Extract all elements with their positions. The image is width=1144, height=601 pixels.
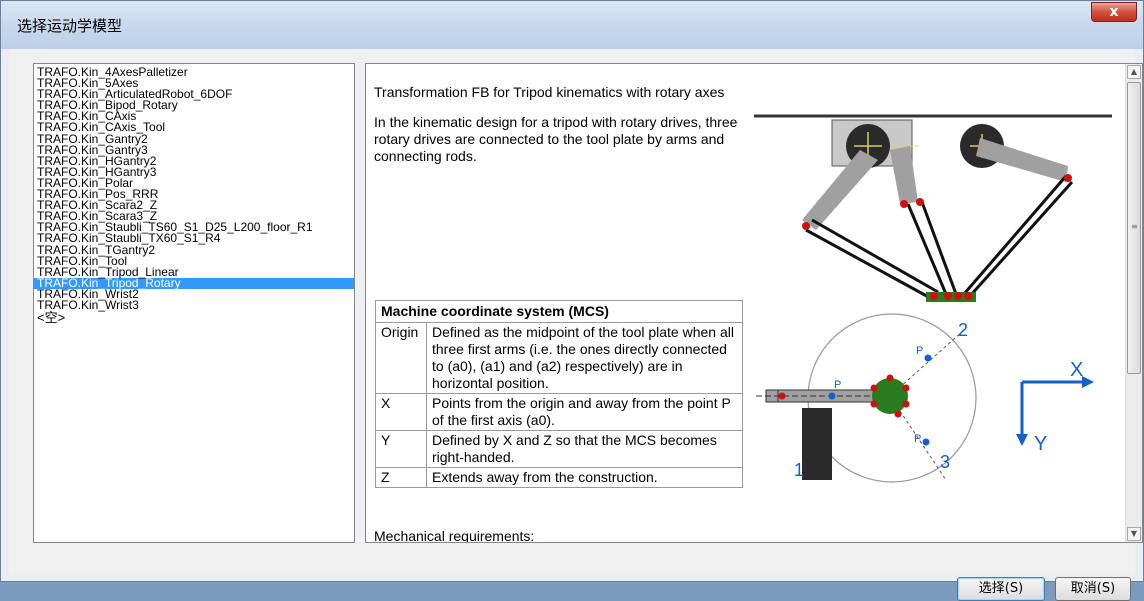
table-value: Defined as the midpoint of the tool plat… — [426, 322, 743, 394]
table-key: Z — [375, 467, 427, 488]
title-bar[interactable]: 选择运动学模型 x — [1, 1, 1143, 49]
point-p-label-1: P — [834, 379, 841, 391]
rod-right-b — [968, 180, 1074, 298]
table-row: X Points from the origin and away from t… — [375, 393, 743, 431]
tripod-diagram — [754, 114, 1112, 302]
select-button[interactable]: 选择(S) — [957, 577, 1045, 601]
table-key: Y — [375, 430, 427, 468]
point-p-label-2: P — [916, 345, 923, 357]
table-value: Defined by X and Z so that the MCS becom… — [426, 430, 743, 468]
dialog-window: 选择运动学模型 x TRAFO.Kin_4AxesPalletizer TRAFO… — [0, 0, 1144, 601]
scroll-down-icon[interactable]: ▼ — [1127, 527, 1141, 541]
mcs-table-header-row: Machine coordinate system (MCS) — [375, 300, 743, 323]
mcs-table-header: Machine coordinate system (MCS) — [375, 300, 743, 323]
window-title: 选择运动学模型 — [17, 17, 123, 35]
scroll-thumb[interactable]: ≡ — [1127, 82, 1141, 374]
help-panel[interactable]: Transformation FB for Tripod kinematics … — [365, 63, 1143, 543]
help-scrollbar[interactable]: ▲ ≡ ▼ — [1125, 64, 1142, 542]
x-axis-label: X — [1070, 359, 1083, 381]
tool-plate-top — [872, 378, 908, 414]
table-value: Extends away from the construction. — [426, 467, 743, 488]
help-intro: In the kinematic design for a tripod wit… — [374, 114, 738, 164]
kinematics-list-items: TRAFO.Kin_4AxesPalletizer TRAFO.Kin_5Axes… — [34, 66, 354, 325]
axis-label-2: 2 — [958, 320, 968, 340]
close-button[interactable]: x — [1091, 2, 1137, 22]
mechanical-requirements-heading: Mechanical requirements: — [374, 528, 535, 542]
table-value: Points from the origin and away from the… — [426, 393, 743, 431]
table-row: Z Extends away from the construction. — [375, 467, 743, 488]
rod-left-a — [805, 228, 935, 302]
grip-icon: ≡ — [1131, 222, 1138, 231]
table-row: Origin Defined as the midpoint of the to… — [375, 322, 743, 394]
list-item-empty[interactable]: <空> — [34, 311, 354, 325]
kinematics-listbox[interactable]: TRAFO.Kin_4AxesPalletizer TRAFO.Kin_5Axes… — [33, 63, 355, 543]
mcs-table: Machine coordinate system (MCS) Origin D… — [375, 300, 743, 488]
dialog-client: TRAFO.Kin_4AxesPalletizer TRAFO.Kin_5Axes… — [9, 49, 1143, 601]
list-item[interactable]: TRAFO.Kin_Wrist3 — [34, 299, 354, 311]
close-icon: x — [1109, 4, 1119, 20]
cancel-button[interactable]: 取消(S) — [1055, 577, 1131, 601]
rod-right-a — [962, 175, 1068, 295]
table-row: Y Defined by X and Z so that the MCS bec… — [375, 430, 743, 468]
table-key: Origin — [375, 322, 427, 394]
arm-middle — [890, 146, 918, 204]
drive-post — [802, 408, 832, 480]
scroll-up-icon[interactable]: ▲ — [1127, 65, 1141, 79]
axis-label-1: 1 — [794, 460, 804, 480]
point-p-label-3: P — [914, 433, 921, 445]
table-key: X — [375, 393, 427, 431]
axis-label-3: 3 — [940, 452, 950, 472]
help-content: Transformation FB for Tripod kinematics … — [366, 64, 1124, 542]
mcs-diagram: P P P 1 2 3 X Y — [756, 313, 1094, 483]
help-title: Transformation FB for Tripod kinematics … — [374, 84, 725, 100]
y-axis-label: Y — [1034, 433, 1047, 455]
